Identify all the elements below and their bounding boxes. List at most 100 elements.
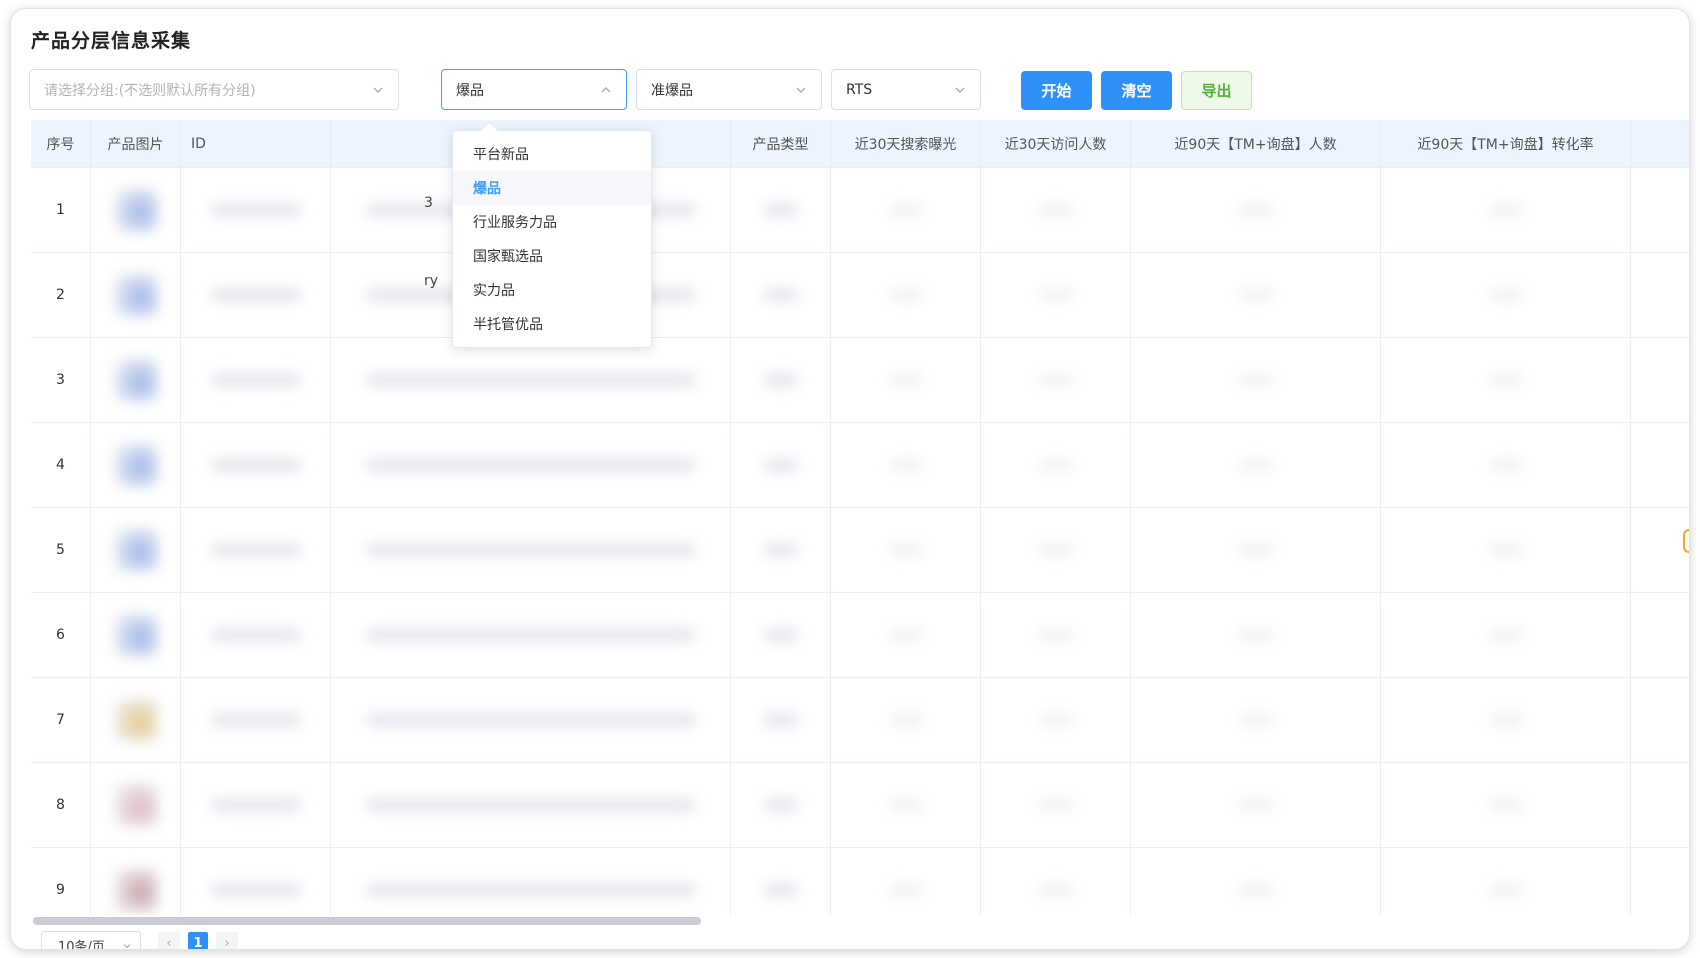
column-header: ID bbox=[181, 120, 331, 168]
redacted-value bbox=[888, 543, 923, 557]
cell-redacted bbox=[981, 338, 1131, 422]
chevron-down-icon bbox=[122, 940, 132, 949]
current-page-button[interactable]: 1 bbox=[188, 932, 208, 949]
table-row[interactable]: 2 bbox=[31, 253, 1689, 338]
group-select[interactable]: 请选择分组:(不选则默认所有分组) bbox=[29, 69, 399, 110]
redacted-value bbox=[888, 203, 923, 217]
product-image bbox=[91, 508, 181, 592]
table-row[interactable]: 5 bbox=[31, 508, 1689, 593]
tier-select[interactable]: 爆品 bbox=[441, 69, 627, 110]
redacted-value bbox=[1238, 373, 1273, 387]
cell-redacted bbox=[1381, 338, 1631, 422]
redacted-value bbox=[763, 543, 798, 557]
cell-blank bbox=[1631, 423, 1689, 507]
table-row[interactable]: 7 bbox=[31, 678, 1689, 763]
dropdown-option[interactable]: 半托管优品 bbox=[453, 307, 651, 341]
redacted-value bbox=[1488, 883, 1523, 897]
redacted-value bbox=[1238, 543, 1273, 557]
cell-redacted bbox=[181, 848, 331, 915]
cell-redacted bbox=[181, 678, 331, 762]
product-image bbox=[91, 168, 181, 252]
cell-redacted bbox=[181, 763, 331, 847]
redacted-value bbox=[1488, 373, 1523, 387]
redacted-value bbox=[1488, 628, 1523, 642]
table-row[interactable]: 8 bbox=[31, 763, 1689, 848]
product-thumbnail bbox=[113, 273, 158, 317]
product-thumbnail bbox=[113, 443, 158, 487]
clear-button[interactable]: 清空 bbox=[1101, 71, 1172, 110]
redacted-value bbox=[210, 458, 301, 472]
page-size-select[interactable]: 10条/页 bbox=[41, 931, 141, 949]
secondary-tier-select-value: 准爆品 bbox=[651, 82, 693, 99]
cell-redacted bbox=[181, 593, 331, 677]
scrollbar-thumb[interactable] bbox=[33, 917, 701, 925]
cell-redacted bbox=[1381, 678, 1631, 762]
redacted-value bbox=[888, 798, 923, 812]
cell-redacted bbox=[331, 508, 731, 592]
redacted-value bbox=[210, 798, 301, 812]
table-row[interactable]: 4 bbox=[31, 423, 1689, 508]
tier-select-value: 爆品 bbox=[456, 82, 484, 99]
cell-redacted bbox=[831, 508, 981, 592]
redacted-value bbox=[210, 373, 301, 387]
product-table: 序号 产品图片 ID 产品类型 近30天搜索曝光 近30天访问人数 近90天【T… bbox=[31, 120, 1689, 915]
dropdown-option[interactable]: 实力品 bbox=[453, 273, 651, 307]
redacted-value bbox=[365, 373, 696, 387]
start-button[interactable]: 开始 bbox=[1021, 71, 1092, 110]
cell-redacted bbox=[831, 763, 981, 847]
redacted-value bbox=[365, 543, 696, 557]
column-header: 近30天访问人数 bbox=[981, 120, 1131, 168]
mode-select[interactable]: RTS bbox=[831, 69, 981, 110]
app-window: 产品分层信息采集 请选择分组:(不选则默认所有分组) 爆品 准爆品 RTS 开始… bbox=[10, 8, 1690, 950]
redacted-value bbox=[1038, 203, 1073, 217]
export-button[interactable]: 导出 bbox=[1181, 71, 1252, 110]
cell-redacted bbox=[1381, 763, 1631, 847]
redacted-value bbox=[210, 883, 301, 897]
redacted-value bbox=[888, 628, 923, 642]
table-row[interactable]: 3 bbox=[31, 338, 1689, 423]
row-fragment: 3 bbox=[424, 195, 433, 211]
cell-redacted bbox=[731, 848, 831, 915]
redacted-value bbox=[1488, 713, 1523, 727]
tier-dropdown-menu: 平台新品 爆品 行业服务力品 国家甄选品 实力品 半托管优品 bbox=[452, 130, 652, 348]
dropdown-option[interactable]: 行业服务力品 bbox=[453, 205, 651, 239]
redacted-value bbox=[763, 203, 798, 217]
cell-redacted bbox=[731, 508, 831, 592]
cell-blank bbox=[1631, 338, 1689, 422]
product-image bbox=[91, 338, 181, 422]
page-title: 产品分层信息采集 bbox=[31, 30, 192, 52]
row-index: 2 bbox=[31, 253, 91, 337]
cell-blank bbox=[1631, 508, 1689, 592]
dropdown-option-selected[interactable]: 爆品 bbox=[453, 171, 651, 205]
row-index: 5 bbox=[31, 508, 91, 592]
redacted-value bbox=[365, 713, 696, 727]
next-page-button[interactable]: › bbox=[216, 932, 238, 949]
cell-redacted bbox=[1381, 253, 1631, 337]
dropdown-option[interactable]: 平台新品 bbox=[453, 137, 651, 171]
dropdown-option[interactable]: 国家甄选品 bbox=[453, 239, 651, 273]
side-handle-icon[interactable] bbox=[1683, 529, 1689, 553]
redacted-value bbox=[888, 458, 923, 472]
redacted-value bbox=[365, 628, 696, 642]
product-image bbox=[91, 593, 181, 677]
cell-blank bbox=[1631, 763, 1689, 847]
cell-redacted bbox=[981, 423, 1131, 507]
redacted-value bbox=[888, 713, 923, 727]
secondary-tier-select[interactable]: 准爆品 bbox=[636, 69, 822, 110]
redacted-value bbox=[1038, 373, 1073, 387]
row-index: 3 bbox=[31, 338, 91, 422]
product-thumbnail bbox=[113, 868, 158, 912]
table-row[interactable]: 6 bbox=[31, 593, 1689, 678]
redacted-value bbox=[1238, 883, 1273, 897]
cell-redacted bbox=[1381, 848, 1631, 915]
prev-page-button[interactable]: ‹ bbox=[158, 932, 180, 949]
redacted-value bbox=[1488, 458, 1523, 472]
table-row[interactable]: 9 bbox=[31, 848, 1689, 915]
horizontal-scrollbar[interactable] bbox=[33, 917, 701, 925]
cell-redacted bbox=[981, 168, 1131, 252]
table-row[interactable]: 1 bbox=[31, 168, 1689, 253]
cell-redacted bbox=[1381, 168, 1631, 252]
redacted-value bbox=[210, 543, 301, 557]
cell-redacted bbox=[981, 763, 1131, 847]
row-fragment: ry bbox=[424, 273, 439, 289]
